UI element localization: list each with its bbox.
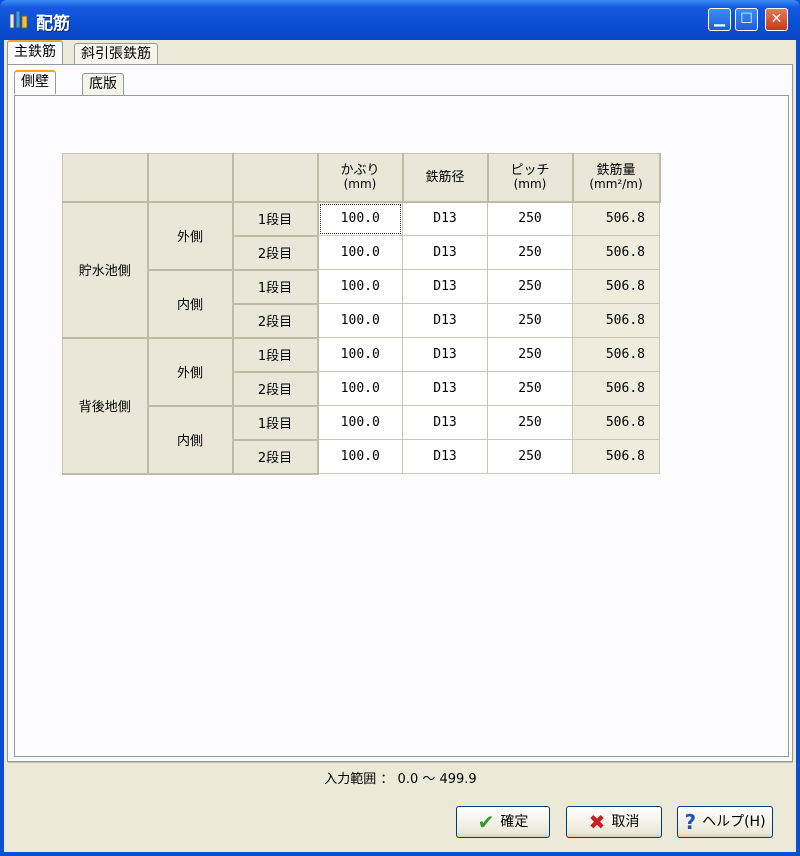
cover-cell[interactable]: 100.0 bbox=[317, 201, 403, 236]
cover-cell[interactable]: 100.0 bbox=[317, 371, 403, 406]
header-blank-2 bbox=[147, 153, 234, 203]
confirm-button-label: 確定 bbox=[500, 814, 529, 830]
maximize-button[interactable]: ☐ bbox=[735, 8, 758, 31]
help-button-label: ヘルプ(H) bbox=[702, 814, 766, 830]
side-label: 内側 bbox=[147, 269, 234, 339]
pitch-cell[interactable]: 250 bbox=[487, 405, 573, 440]
header-blank-3 bbox=[232, 153, 319, 203]
amount-cell: 506.8 bbox=[572, 269, 660, 304]
amount-cell: 506.8 bbox=[572, 371, 660, 406]
header-cover: かぶり (mm) bbox=[317, 153, 404, 203]
level-label: 1段目 bbox=[232, 269, 319, 305]
window-title: 配筋 bbox=[36, 14, 70, 34]
pitch-cell[interactable]: 250 bbox=[487, 303, 573, 338]
amount-cell: 506.8 bbox=[572, 405, 660, 440]
diameter-cell[interactable]: D13 bbox=[402, 405, 488, 440]
app-icon bbox=[9, 10, 28, 29]
diameter-cell[interactable]: D13 bbox=[402, 269, 488, 304]
header-diameter-label: 鉄筋径 bbox=[425, 169, 465, 185]
level-label: 2段目 bbox=[232, 371, 319, 407]
header-cover-label: かぶり bbox=[340, 163, 380, 179]
dialog-client: 主鉄筋 斜引張鉄筋 側壁 底版 かぶり (mm) 鉄筋径 ピッチ (mm) 鉄筋… bbox=[4, 40, 796, 852]
side-wall-page: かぶり (mm) 鉄筋径 ピッチ (mm) 鉄筋量 (mm²/m) 貯水池側 外… bbox=[14, 95, 789, 757]
level-label: 1段目 bbox=[232, 337, 319, 373]
help-button[interactable]: ? ヘルプ(H) bbox=[677, 806, 773, 838]
header-pitch-unit: (mm) bbox=[513, 177, 547, 192]
level-label: 1段目 bbox=[232, 201, 319, 237]
cover-cell[interactable]: 100.0 bbox=[317, 337, 403, 372]
tab-diagonal-tension-rebar[interactable]: 斜引張鉄筋 bbox=[74, 43, 158, 65]
check-icon: ✔ bbox=[477, 810, 495, 834]
table-row: 内側 1段目 100.0 D13 250 506.8 bbox=[63, 269, 660, 339]
pitch-cell[interactable]: 250 bbox=[487, 269, 573, 304]
diameter-cell[interactable]: D13 bbox=[402, 235, 488, 270]
cover-cell[interactable]: 100.0 bbox=[317, 303, 403, 338]
main-rebar-page: 側壁 底版 かぶり (mm) 鉄筋径 ピッチ (mm) 鉄筋量 (mm²/m) … bbox=[7, 64, 793, 762]
table-row: 内側 1段目 100.0 D13 250 506.8 bbox=[63, 405, 660, 475]
amount-cell: 506.8 bbox=[572, 337, 660, 372]
amount-cell: 506.8 bbox=[572, 235, 660, 270]
title-bar[interactable]: 配筋 ▁ ☐ ✕ bbox=[0, 0, 800, 40]
diameter-cell[interactable]: D13 bbox=[402, 371, 488, 406]
cover-cell[interactable]: 100.0 bbox=[317, 235, 403, 270]
minimize-button[interactable]: ▁ bbox=[708, 8, 731, 31]
diameter-cell[interactable]: D13 bbox=[402, 337, 488, 372]
header-cover-unit: (mm) bbox=[343, 177, 377, 192]
header-amount-label: 鉄筋量 bbox=[596, 163, 636, 179]
question-icon: ? bbox=[684, 810, 697, 834]
rebar-table: かぶり (mm) 鉄筋径 ピッチ (mm) 鉄筋量 (mm²/m) 貯水池側 外… bbox=[62, 153, 661, 475]
side-label: 内側 bbox=[147, 405, 234, 475]
amount-cell: 506.8 bbox=[572, 303, 660, 338]
group-label: 貯水池側 bbox=[62, 201, 149, 339]
cover-cell[interactable]: 100.0 bbox=[317, 405, 403, 440]
cancel-button[interactable]: ✖ 取消 bbox=[566, 806, 662, 838]
header-pitch-label: ピッチ bbox=[510, 163, 550, 179]
minimize-icon: ▁ bbox=[714, 11, 725, 27]
table-row: 貯水池側 外側 1段目 100.0 D13 250 506.8 bbox=[62, 201, 660, 339]
level-label: 1段目 bbox=[232, 405, 319, 441]
diameter-cell[interactable]: D13 bbox=[402, 201, 488, 236]
header-blank-1 bbox=[62, 153, 149, 203]
side-label: 外側 bbox=[147, 201, 234, 271]
header-diameter: 鉄筋径 bbox=[402, 153, 489, 203]
amount-cell: 506.8 bbox=[572, 201, 660, 236]
pitch-cell[interactable]: 250 bbox=[487, 337, 573, 372]
diameter-cell[interactable]: D13 bbox=[402, 439, 488, 474]
pitch-cell[interactable]: 250 bbox=[487, 201, 573, 236]
header-pitch: ピッチ (mm) bbox=[487, 153, 574, 203]
header-amount: 鉄筋量 (mm²/m) bbox=[572, 153, 661, 203]
input-range-status: 入力範囲 ： 0.0 ～ 499.9 bbox=[8, 762, 793, 799]
level-label: 2段目 bbox=[232, 303, 319, 339]
diameter-cell[interactable]: D13 bbox=[402, 303, 488, 338]
x-icon: ✖ bbox=[588, 810, 606, 834]
dialog-window: 配筋 ▁ ☐ ✕ 主鉄筋 斜引張鉄筋 側壁 底版 かぶり (mm) 鉄筋径 ピッ… bbox=[0, 0, 800, 856]
header-amount-unit: (mm²/m) bbox=[589, 177, 643, 192]
tab-bottom-slab[interactable]: 底版 bbox=[82, 73, 124, 95]
tab-side-wall[interactable]: 側壁 bbox=[14, 70, 56, 94]
cover-cell[interactable]: 100.0 bbox=[317, 439, 403, 474]
pitch-cell[interactable]: 250 bbox=[487, 439, 573, 474]
cover-cell[interactable]: 100.0 bbox=[317, 269, 403, 304]
pitch-cell[interactable]: 250 bbox=[487, 235, 573, 270]
tab-main-rebar[interactable]: 主鉄筋 bbox=[7, 40, 63, 64]
cancel-button-label: 取消 bbox=[611, 814, 640, 830]
pitch-cell[interactable]: 250 bbox=[487, 371, 573, 406]
close-button[interactable]: ✕ bbox=[765, 8, 788, 31]
side-label: 外側 bbox=[147, 337, 234, 407]
group-label: 背後地側 bbox=[62, 337, 149, 475]
level-label: 2段目 bbox=[232, 439, 319, 475]
maximize-icon: ☐ bbox=[740, 11, 753, 27]
level-label: 2段目 bbox=[232, 235, 319, 271]
close-icon: ✕ bbox=[770, 11, 783, 27]
confirm-button[interactable]: ✔ 確定 bbox=[456, 806, 550, 838]
amount-cell: 506.8 bbox=[572, 439, 660, 474]
table-row: 背後地側 外側 1段目 100.0 D13 250 506.8 bbox=[62, 337, 660, 475]
